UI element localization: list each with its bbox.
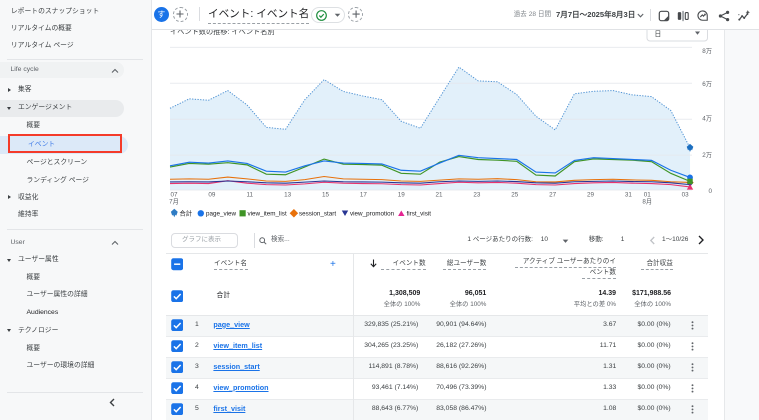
svg-text:25: 25 <box>511 192 519 199</box>
svg-text:19: 19 <box>398 192 406 199</box>
svg-text:8万: 8万 <box>702 47 712 55</box>
svg-text:session_start: session_start <box>299 211 336 218</box>
svg-text:view_item_list: view_item_list <box>248 211 287 218</box>
svg-text:13: 13 <box>284 192 292 199</box>
svg-text:8月: 8月 <box>642 197 652 205</box>
svg-text:17: 17 <box>360 192 368 199</box>
svg-text:view_promotion: view_promotion <box>350 211 395 218</box>
svg-text:page_view: page_view <box>206 211 237 218</box>
svg-text:2万: 2万 <box>702 151 712 159</box>
svg-text:31: 31 <box>625 192 633 199</box>
svg-text:7月: 7月 <box>169 197 179 205</box>
svg-text:6万: 6万 <box>702 80 712 88</box>
svg-text:27: 27 <box>549 192 557 199</box>
svg-text:29: 29 <box>587 192 595 199</box>
svg-text:03: 03 <box>682 192 690 199</box>
svg-text:21: 21 <box>436 192 444 199</box>
svg-text:first_visit: first_visit <box>407 211 432 218</box>
svg-text:日: 日 <box>655 30 662 38</box>
svg-text:4万: 4万 <box>702 115 712 123</box>
svg-text:09: 09 <box>208 192 216 199</box>
svg-text:23: 23 <box>473 192 481 199</box>
svg-text:11: 11 <box>246 192 253 199</box>
svg-text:合計: 合計 <box>180 208 193 217</box>
svg-text:イベント数の推移: イベント名別: イベント数の推移: イベント名別 <box>170 30 275 36</box>
svg-text:15: 15 <box>322 192 330 199</box>
svg-text:0: 0 <box>708 188 712 195</box>
